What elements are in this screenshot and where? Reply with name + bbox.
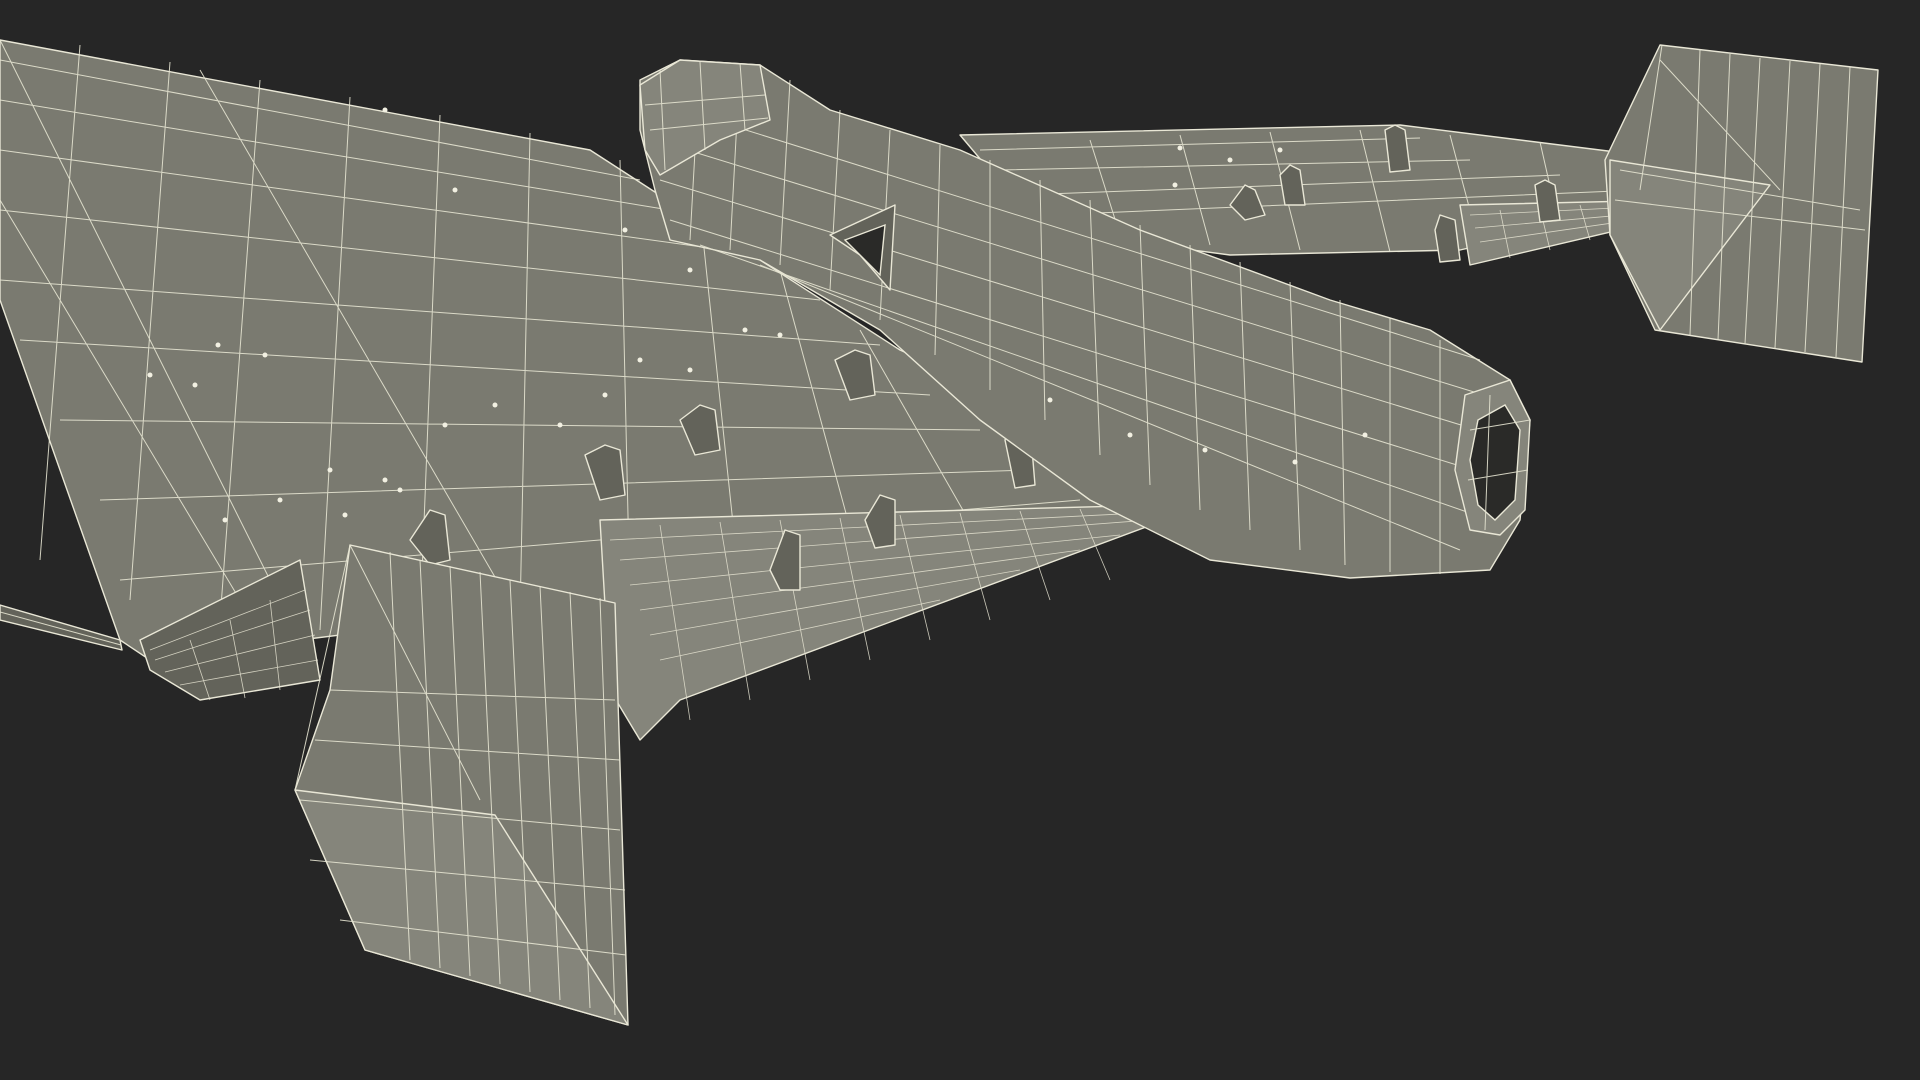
aircraft-wireframe-render: [0, 39, 1879, 1026]
left-vertical-tail: [294, 544, 629, 1026]
tail-boom: [0, 604, 123, 651]
engine-nozzle: [1454, 379, 1531, 536]
render-viewport: [0, 0, 1920, 1080]
right-vertical-tail: [1604, 44, 1879, 363]
